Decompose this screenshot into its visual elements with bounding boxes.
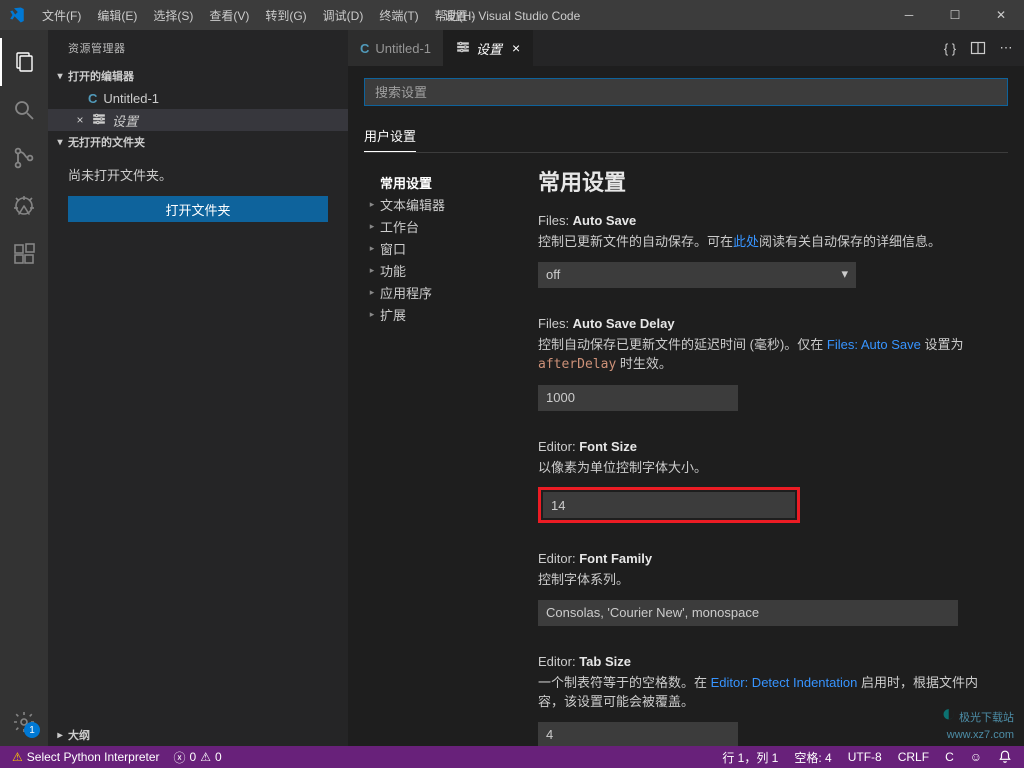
chevron-right-icon: ▸ — [364, 243, 380, 254]
status-bell-icon[interactable] — [994, 746, 1016, 768]
window-title: 设置 - Visual Studio Code — [444, 7, 581, 24]
chevron-right-icon: ▸ — [364, 199, 380, 210]
settings-heading: 常用设置 — [538, 165, 992, 197]
status-encoding[interactable]: UTF-8 — [844, 746, 886, 768]
activity-settings-icon[interactable]: 1 — [0, 698, 48, 746]
toc-window[interactable]: ▸窗口 — [364, 237, 534, 259]
toc-text-editor[interactable]: ▸文本编辑器 — [364, 193, 534, 215]
toc-workbench[interactable]: ▸工作台 — [364, 215, 534, 237]
activity-explorer-icon[interactable] — [0, 38, 48, 86]
chevron-down-icon: ▾ — [52, 71, 68, 82]
setting-tab-size: Editor: Tab Size 一个制表符等于的空格数。在 Editor: D… — [538, 654, 992, 747]
menu-select[interactable]: 选择(S) — [145, 0, 201, 30]
more-actions-icon[interactable]: ⋯ — [994, 36, 1018, 60]
error-icon: ⓧ — [174, 749, 186, 766]
status-language[interactable]: C — [941, 746, 958, 768]
toc-common[interactable]: 常用设置 — [364, 171, 534, 193]
sidebar-title: 资源管理器 — [48, 30, 348, 65]
warning-icon: ⚠ — [200, 750, 211, 764]
settings-detail: 常用设置 Files: Auto Save 控制已更新文件的自动保存。可在此处阅… — [534, 165, 1008, 746]
status-feedback-icon[interactable]: ☺ — [966, 746, 986, 768]
setting-font-size: Editor: Font Size 以像素为单位控制字体大小。 — [538, 439, 992, 524]
settings-badge: 1 — [24, 722, 40, 738]
auto-save-delay-input[interactable] — [538, 385, 738, 411]
open-folder-button[interactable]: 打开文件夹 — [68, 196, 328, 222]
tab-size-input[interactable] — [538, 722, 738, 747]
tab-label: Untitled-1 — [375, 41, 431, 56]
outline-header[interactable]: ▸ 大纲 — [48, 724, 348, 746]
warning-icon: ⚠ — [12, 750, 23, 764]
settings-scope-user[interactable]: 用户设置 — [364, 120, 416, 152]
window-maximize-button[interactable]: ☐ — [932, 0, 978, 30]
setting-auto-save-delay: Files: Auto Save Delay 控制自动保存已更新文件的延迟时间 … — [538, 316, 992, 411]
explorer-sidebar: 资源管理器 ▾ 打开的编辑器 C Untitled-1 × 设置 ▾ 无打开的文… — [48, 30, 348, 746]
activity-search-icon[interactable] — [0, 86, 48, 134]
activity-extensions-icon[interactable] — [0, 230, 48, 278]
activity-debug-icon[interactable] — [0, 182, 48, 230]
status-ln-col[interactable]: 行 1，列 1 — [718, 746, 782, 768]
c-file-icon: C — [360, 41, 369, 56]
gear-icon — [456, 40, 470, 57]
chevron-right-icon: ▸ — [364, 287, 380, 298]
window-close-button[interactable]: ✕ — [978, 0, 1024, 30]
activity-bar: 1 — [0, 30, 48, 746]
setting-auto-save: Files: Auto Save 控制已更新文件的自动保存。可在此处阅读有关自动… — [538, 213, 992, 288]
editor-area: C Untitled-1 设置 × { } ⋯ 用户设置 — [348, 30, 1024, 746]
no-folder-header[interactable]: ▾ 无打开的文件夹 — [48, 131, 348, 153]
editor-tabs: C Untitled-1 设置 × { } ⋯ — [348, 30, 1024, 66]
no-folder-message: 尚未打开文件夹。 — [48, 153, 348, 196]
chevron-right-icon: ▸ — [52, 730, 68, 741]
toc-features[interactable]: ▸功能 — [364, 259, 534, 281]
menu-file[interactable]: 文件(F) — [34, 0, 89, 30]
status-problems[interactable]: ⓧ0 ⚠0 — [170, 746, 226, 768]
auto-save-select[interactable]: off — [538, 262, 856, 288]
font-family-input[interactable] — [538, 600, 958, 626]
settings-scope-tabs: 用户设置 — [364, 120, 1008, 153]
activity-scm-icon[interactable] — [0, 134, 48, 182]
c-file-icon: C — [88, 91, 97, 106]
open-editor-untitled[interactable]: C Untitled-1 — [48, 87, 348, 109]
split-editor-icon[interactable] — [966, 36, 990, 60]
open-editor-label: Untitled-1 — [103, 91, 159, 106]
detect-indentation-link[interactable]: Editor: Detect Indentation — [711, 675, 858, 690]
toc-extensions[interactable]: ▸扩展 — [364, 303, 534, 325]
toc-application[interactable]: ▸应用程序 — [364, 281, 534, 303]
open-editors-header[interactable]: ▾ 打开的编辑器 — [48, 65, 348, 87]
titlebar: 文件(F) 编辑(E) 选择(S) 查看(V) 转到(G) 调试(D) 终端(T… — [0, 0, 1024, 30]
chevron-down-icon: ▾ — [52, 137, 68, 148]
window-minimize-button[interactable]: ─ — [886, 0, 932, 30]
open-editor-settings[interactable]: × 设置 — [48, 109, 348, 131]
font-size-highlight — [538, 487, 800, 523]
chevron-right-icon: ▸ — [364, 309, 380, 320]
status-indent[interactable]: 空格: 4 — [790, 746, 835, 768]
font-size-input[interactable] — [543, 492, 795, 518]
open-editor-label: 设置 — [112, 111, 138, 130]
tab-label: 设置 — [476, 39, 502, 58]
menu-debug[interactable]: 调试(D) — [315, 0, 372, 30]
menu-edit[interactable]: 编辑(E) — [89, 0, 145, 30]
settings-search-input[interactable] — [364, 78, 1008, 106]
status-eol[interactable]: CRLF — [894, 746, 933, 768]
tab-close-icon[interactable]: × — [512, 40, 520, 56]
chevron-right-icon: ▸ — [364, 265, 380, 276]
vscode-app-icon — [0, 0, 34, 30]
menu-goto[interactable]: 转到(G) — [257, 0, 314, 30]
status-python-interpreter[interactable]: ⚠ Select Python Interpreter — [8, 746, 164, 768]
auto-save-link[interactable]: Files: Auto Save — [827, 337, 921, 352]
setting-font-family: Editor: Font Family 控制字体系列。 — [538, 551, 992, 626]
menu-view[interactable]: 查看(V) — [201, 0, 257, 30]
tab-untitled[interactable]: C Untitled-1 — [348, 30, 444, 66]
settings-toc: 常用设置 ▸文本编辑器 ▸工作台 ▸窗口 ▸功能 ▸应用程序 ▸扩展 — [364, 165, 534, 746]
close-icon[interactable]: × — [72, 113, 88, 127]
gear-icon — [92, 112, 106, 129]
auto-save-doc-link[interactable]: 此处 — [733, 234, 759, 249]
tab-settings[interactable]: 设置 × — [444, 30, 533, 66]
status-bar: ⚠ Select Python Interpreter ⓧ0 ⚠0 行 1，列 … — [0, 746, 1024, 768]
menu-terminal[interactable]: 终端(T) — [371, 0, 426, 30]
chevron-right-icon: ▸ — [364, 221, 380, 232]
open-settings-json-icon[interactable]: { } — [938, 36, 962, 60]
